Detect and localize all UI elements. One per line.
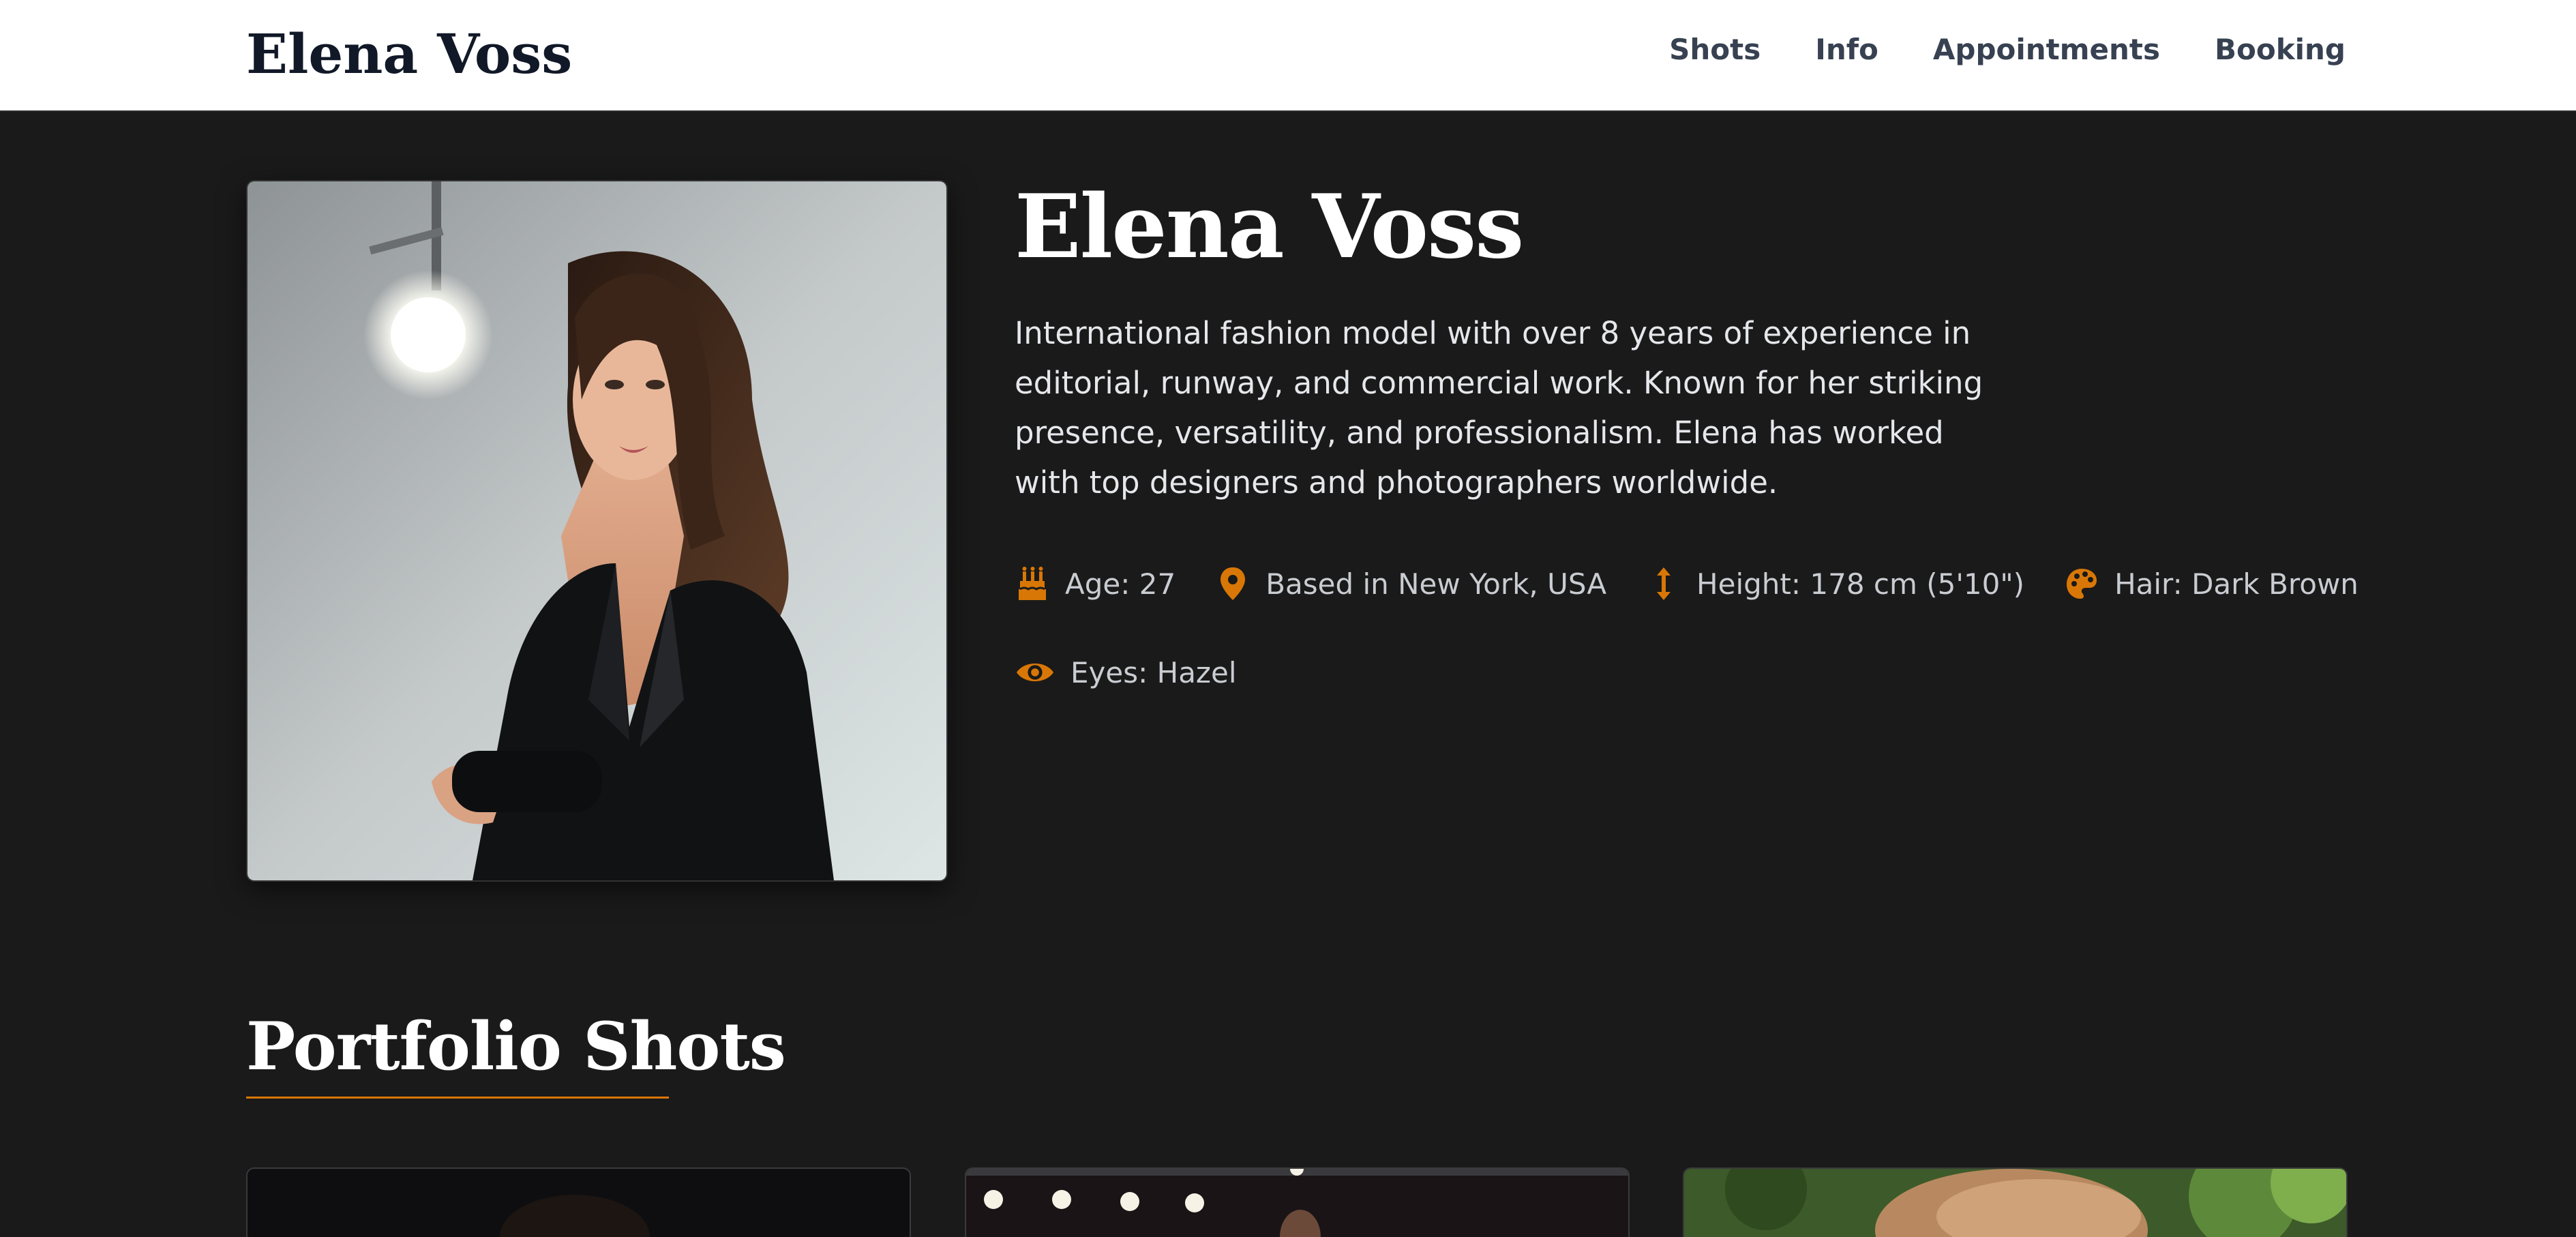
main-nav: Shots Info Appointments Booking: [1669, 33, 2346, 66]
profile-bio: International fashion model with over 8 …: [1015, 315, 1983, 501]
portfolio-section-title: Portfolio Shots: [246, 1008, 786, 1085]
nav-link-info[interactable]: Info: [1815, 33, 1878, 66]
attribute-location-text: Based in New York, USA: [1265, 567, 1607, 601]
eye-icon: [1015, 655, 1055, 690]
portfolio-shot-1[interactable]: [246, 1167, 911, 1237]
shot-3-image: [1684, 1169, 2346, 1237]
profile-attributes-row: Age: 27 Based in New York, USA Height: 1…: [1015, 566, 2358, 601]
portrait-illustration: [248, 181, 946, 880]
attribute-height-text: Height: 178 cm (5'10"): [1696, 567, 2025, 601]
profile-attributes-row-2: Eyes: Hazel: [1015, 655, 1237, 690]
attribute-hair: Hair: Dark Brown: [2064, 566, 2358, 601]
portfolio-shot-3[interactable]: [1683, 1167, 2348, 1237]
nav-link-appointments[interactable]: Appointments: [1933, 33, 2160, 66]
location-pin-icon: [1215, 566, 1250, 601]
portfolio-shot-2[interactable]: [965, 1167, 1630, 1237]
section-title-underline: [246, 1097, 669, 1099]
attribute-eyes: Eyes: Hazel: [1015, 655, 1237, 690]
top-navigation-bar: Elena Voss Shots Info Appointments Booki…: [0, 0, 2576, 112]
palette-icon: [2064, 566, 2099, 601]
nav-link-booking[interactable]: Booking: [2215, 33, 2346, 66]
profile-name: Elena Voss: [1015, 176, 1524, 278]
shot-2-image: [966, 1169, 1628, 1237]
attribute-hair-text: Hair: Dark Brown: [2114, 567, 2358, 601]
profile-portrait-image: [246, 180, 948, 882]
nav-link-shots[interactable]: Shots: [1669, 33, 1761, 66]
attribute-height: Height: 178 cm (5'10"): [1646, 566, 2024, 601]
attribute-location: Based in New York, USA: [1215, 566, 1606, 601]
attribute-age: Age: 27: [1015, 566, 1175, 601]
brand-logo[interactable]: Elena Voss: [246, 22, 572, 86]
attribute-eyes-text: Eyes: Hazel: [1070, 655, 1237, 689]
attribute-age-text: Age: 27: [1065, 567, 1176, 601]
birthday-cake-icon: [1015, 566, 1050, 601]
height-arrows-icon: [1646, 566, 1681, 601]
shot-1-image: [248, 1169, 910, 1237]
